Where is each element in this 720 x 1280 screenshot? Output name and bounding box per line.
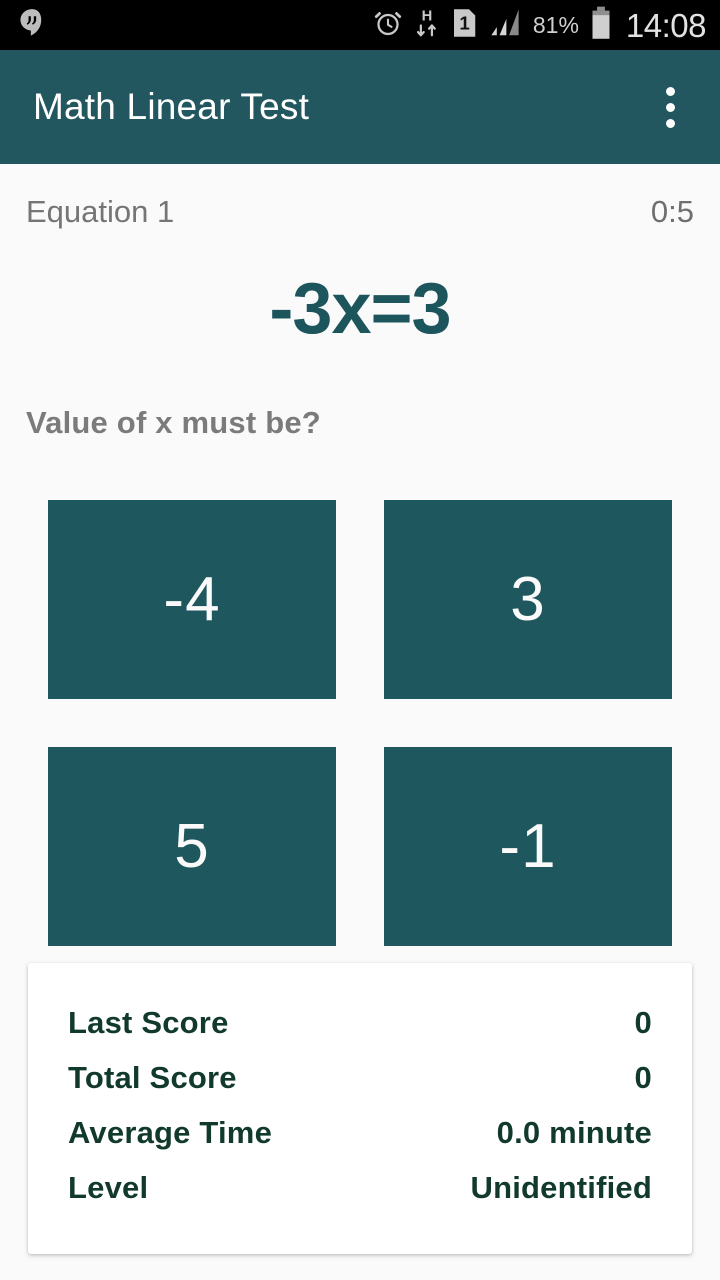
app-bar: Math Linear Test [0,50,720,164]
alarm-icon [373,8,403,43]
hangouts-icon [18,8,46,43]
svg-text:1: 1 [459,12,469,33]
stat-label: Last Score [68,1005,229,1040]
stats-card: Last Score 0 Total Score 0 Average Time … [28,963,692,1254]
hspa-data-icon: H [414,7,440,44]
countdown-timer: 0:5 [650,194,694,229]
stat-label: Level [68,1170,149,1205]
svg-text:H: H [422,8,433,24]
stat-value: 0 [634,1005,652,1040]
answer-option-button[interactable]: -4 [48,500,336,699]
question-prompt: Value of x must be? [26,405,321,440]
stat-label: Average Time [68,1115,273,1150]
answer-option-button[interactable]: 5 [48,747,336,946]
status-bar-clock: 14:08 [625,6,707,44]
equation-counter-label: Equation 1 [26,194,175,229]
answer-options-grid: -4 3 5 -1 [22,441,698,946]
answer-option-button[interactable]: 3 [384,500,672,699]
stat-row: Total Score 0 [68,1060,652,1115]
equation-text: -3x=3 [269,269,451,349]
stat-value: 0.0 minute [496,1115,652,1150]
quiz-content: Equation 1 0:5 -3x=3 Value of x must be?… [0,164,720,946]
stat-value: Unidentified [470,1170,652,1205]
stat-row: Average Time 0.0 minute [68,1115,652,1170]
sim1-icon: 1 [451,8,477,43]
stat-row: Last Score 0 [68,1005,652,1060]
status-bar-icons: H 1 81% 14:08 [373,6,707,45]
signal-icon [488,8,522,43]
status-bar-notifications [18,8,46,43]
answer-option-button[interactable]: -1 [384,747,672,946]
stat-value: 0 [634,1060,652,1095]
app-title: Math Linear Test [33,86,310,127]
status-bar: H 1 81% 14:08 [0,0,720,50]
equation-header: Equation 1 0:5 [22,164,698,230]
stat-label: Total Score [68,1060,237,1095]
stat-row: Level Unidentified [68,1170,652,1225]
more-vert-icon[interactable] [644,72,696,142]
battery-icon [590,6,612,45]
battery-percent-label: 81% [532,11,579,38]
app-screen: H 1 81% 14:08 Math Linear Test Equation … [0,0,720,1280]
